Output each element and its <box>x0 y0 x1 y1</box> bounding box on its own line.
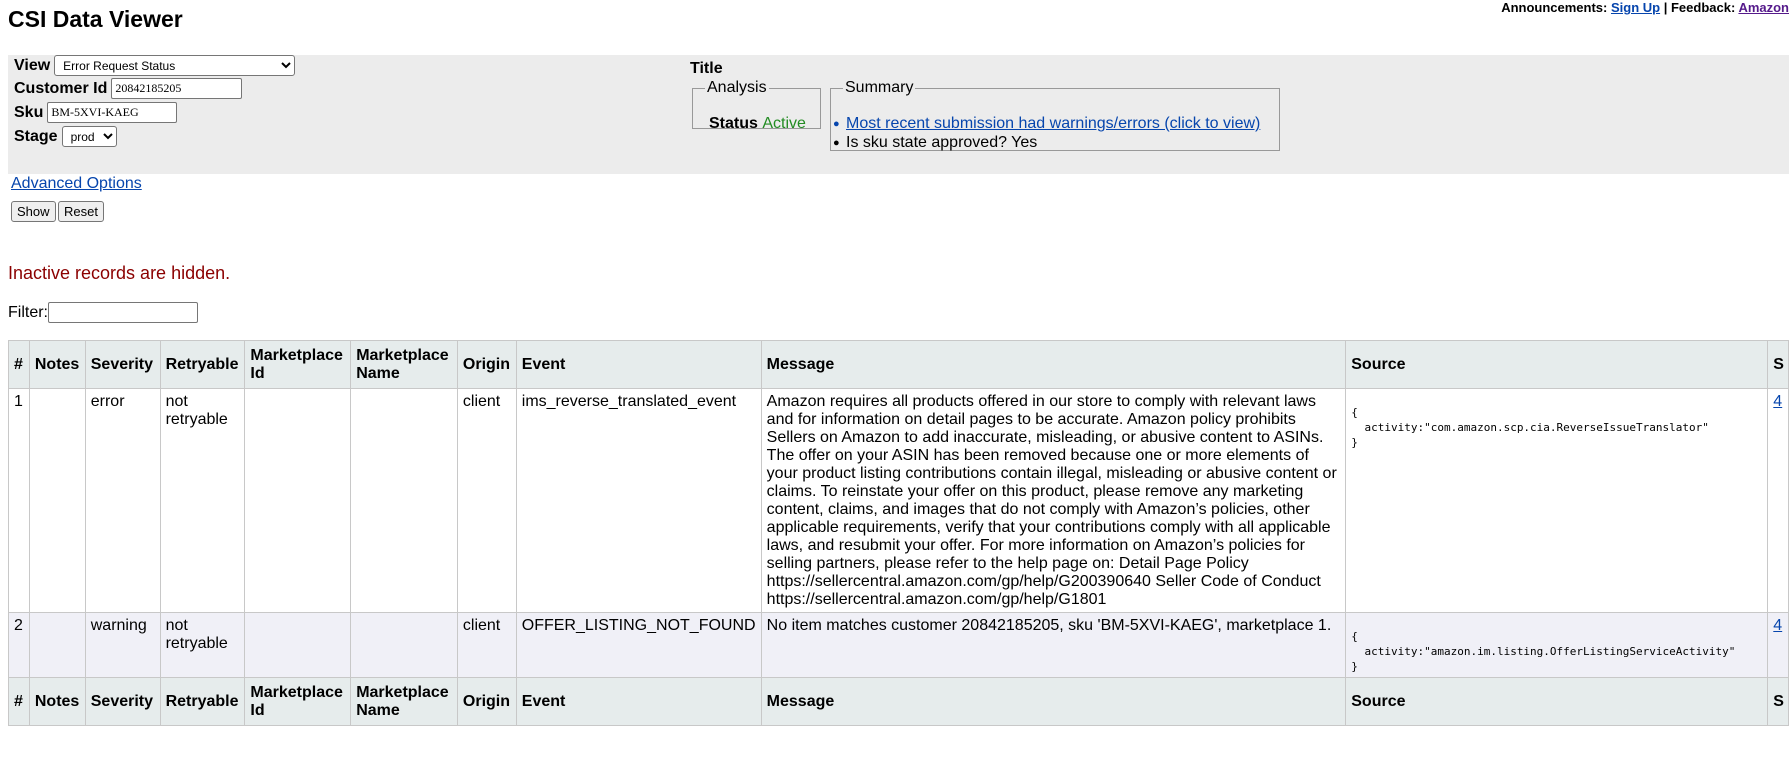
cell-extra: 4 <box>1767 388 1789 613</box>
col-header-event[interactable]: Event <box>515 340 762 389</box>
stage-field: Stage prod <box>14 126 117 147</box>
sku-label: Sku <box>14 103 44 121</box>
summary-legend: Summary <box>845 79 914 96</box>
cell-event: ims_reverse_translated_event <box>515 388 762 613</box>
sku-input[interactable] <box>47 102 178 123</box>
cell-retryable: not retryable <box>159 612 246 678</box>
records-table: # Notes Severity Retryable Marketplace I… <box>8 340 1789 726</box>
summary-sku-state-text: Is sku state approved? Yes <box>846 134 1038 151</box>
announcements-label: Announcements: <box>1501 0 1608 15</box>
col-header-source[interactable]: Source <box>1345 677 1769 726</box>
col-header-notes[interactable]: Notes <box>28 677 86 726</box>
customer-id-label: Customer Id <box>14 79 108 97</box>
col-header-marketplace-id[interactable]: Marketplace Id <box>244 340 352 389</box>
summary-list: ● Most recent submission had warnings/er… <box>833 115 1260 153</box>
page-title: CSI Data Viewer <box>8 6 183 32</box>
cell-message: No item matches customer 20842185205, sk… <box>760 612 1347 678</box>
view-field: View Error Request Status <box>14 55 296 76</box>
table-row: 2 warning not retryable client OFFER_LIS… <box>8 612 1789 678</box>
col-header-severity[interactable]: Severity <box>84 677 161 726</box>
view-select[interactable]: Error Request Status <box>54 55 296 76</box>
cell-marketplace-name <box>350 388 458 613</box>
col-header-retryable[interactable]: Retryable <box>159 677 246 726</box>
summary-fieldset: Summary ● Most recent submission had war… <box>830 79 1280 151</box>
sku-field: Sku <box>14 102 178 123</box>
reset-button[interactable]: Reset <box>58 201 104 222</box>
cell-retryable: not retryable <box>159 388 246 613</box>
summary-item-submission: ● Most recent submission had warnings/er… <box>833 115 1260 133</box>
announcements-bar: Announcements: Sign Up | Feedback: Amazo… <box>1501 0 1789 15</box>
cell-severity: warning <box>84 612 161 678</box>
table-footer-header-row: # Notes Severity Retryable Marketplace I… <box>8 677 1789 726</box>
filter-field: Filter: <box>8 302 198 323</box>
stage-label: Stage <box>14 127 58 145</box>
sign-up-link[interactable]: Sign Up <box>1611 0 1660 15</box>
col-header-origin[interactable]: Origin <box>456 340 517 389</box>
col-header-extra[interactable]: S <box>1767 677 1789 726</box>
cell-num: 1 <box>8 388 30 613</box>
col-header-origin[interactable]: Origin <box>456 677 517 726</box>
table-row: 1 error not retryable client ims_reverse… <box>8 388 1789 613</box>
summary-item-sku-state: ● Is sku state approved? Yes <box>833 134 1260 152</box>
cell-notes <box>28 388 86 613</box>
cell-origin: client <box>456 388 517 613</box>
status-value: Active <box>762 115 806 132</box>
col-header-marketplace-name[interactable]: Marketplace Name <box>350 677 458 726</box>
view-label: View <box>14 56 51 74</box>
col-header-marketplace-name[interactable]: Marketplace Name <box>350 340 458 389</box>
bullet-icon: ● <box>833 137 840 149</box>
cell-source: { activity:"com.amazon.scp.cia.ReverseIs… <box>1345 388 1769 613</box>
cell-num: 2 <box>8 612 30 678</box>
col-header-source[interactable]: Source <box>1345 340 1769 389</box>
cell-extra-link[interactable]: 4 <box>1773 393 1782 410</box>
cell-marketplace-name <box>350 612 458 678</box>
col-header-severity[interactable]: Severity <box>84 340 161 389</box>
col-header-message[interactable]: Message <box>760 677 1347 726</box>
inactive-records-notice: Inactive records are hidden. <box>8 263 231 283</box>
status-line: Status Active <box>709 115 806 133</box>
cell-source: { activity:"amazon.im.listing.OfferListi… <box>1345 612 1769 678</box>
title-label: Title <box>690 60 723 77</box>
cell-severity: error <box>84 388 161 613</box>
filter-label: Filter: <box>8 303 48 321</box>
feedback-link[interactable]: Amazon <box>1738 0 1789 15</box>
feedback-label: Feedback: <box>1670 0 1736 15</box>
analysis-fieldset: Analysis Status Active <box>692 79 821 132</box>
col-header-num[interactable]: # <box>8 340 30 389</box>
filter-input[interactable] <box>48 302 198 323</box>
query-form-panel: View Error Request Status Customer Id Sk… <box>8 55 1789 174</box>
cell-marketplace-id <box>244 388 352 613</box>
stage-select[interactable]: prod <box>61 126 117 147</box>
cell-origin: client <box>456 612 517 678</box>
cell-extra: 4 <box>1767 612 1789 678</box>
cell-extra-link[interactable]: 4 <box>1773 617 1782 634</box>
cell-notes <box>28 612 86 678</box>
col-header-message[interactable]: Message <box>760 340 1347 389</box>
table-header-row: # Notes Severity Retryable Marketplace I… <box>8 340 1789 389</box>
customer-id-input[interactable] <box>111 78 243 99</box>
cell-marketplace-id <box>244 612 352 678</box>
col-header-event[interactable]: Event <box>515 677 762 726</box>
summary-warnings-link[interactable]: Most recent submission had warnings/erro… <box>846 115 1260 133</box>
show-button[interactable]: Show <box>11 201 56 222</box>
col-header-notes[interactable]: Notes <box>28 340 86 389</box>
col-header-marketplace-id[interactable]: Marketplace Id <box>244 677 352 726</box>
col-header-extra[interactable]: S <box>1767 340 1789 389</box>
separator: | <box>1663 0 1668 15</box>
col-header-retryable[interactable]: Retryable <box>159 340 246 389</box>
cell-event: OFFER_LISTING_NOT_FOUND <box>515 612 762 678</box>
customer-id-field: Customer Id <box>14 78 243 99</box>
status-label: Status <box>709 115 758 132</box>
advanced-options-link[interactable]: Advanced Options <box>11 175 142 193</box>
col-header-num[interactable]: # <box>8 677 30 726</box>
analysis-legend: Analysis <box>707 79 767 96</box>
cell-message: Amazon requires all products offered in … <box>760 388 1347 613</box>
bullet-icon: ● <box>833 118 840 130</box>
